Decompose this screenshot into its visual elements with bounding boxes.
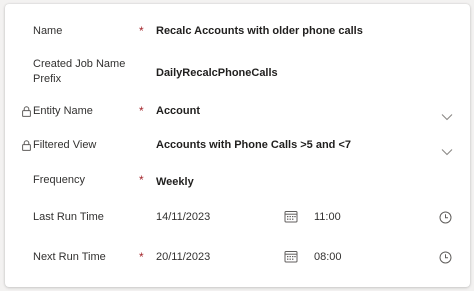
frequency-row: Frequency * Weekly — [5, 173, 470, 189]
next-run-label: Next Run Time — [33, 251, 106, 263]
prefix-field[interactable]: DailyRecalcPhoneCalls — [156, 66, 278, 81]
next-run-time-input[interactable]: 08:00 — [314, 250, 342, 265]
chevron-down-icon[interactable] — [441, 108, 453, 121]
next-run-row: Next Run Time * 20/11/2023 08:00 — [5, 250, 470, 266]
clock-icon[interactable] — [439, 251, 452, 264]
calendar-icon[interactable] — [284, 250, 298, 263]
last-run-row: Last Run Time 14/11/2023 11:00 — [5, 210, 470, 226]
required-indicator: * — [139, 104, 144, 118]
entity-label: Entity Name — [33, 105, 93, 117]
name-label: Name — [33, 25, 63, 37]
name-row: Name * Recalc Accounts with older phone … — [5, 24, 470, 40]
form-card: Name * Recalc Accounts with older phone … — [5, 4, 470, 287]
chevron-down-icon[interactable] — [441, 143, 453, 156]
lock-icon — [21, 139, 31, 151]
lock-icon — [21, 105, 31, 117]
entity-select[interactable]: Account — [156, 104, 200, 119]
view-select[interactable]: Accounts with Phone Calls >5 and <7 — [156, 138, 351, 153]
last-run-date-input[interactable]: 14/11/2023 — [156, 210, 210, 225]
view-label: Filtered View — [33, 139, 97, 151]
calendar-icon[interactable] — [284, 210, 298, 223]
prefix-label: Created Job Name Prefix — [33, 58, 126, 85]
next-run-date-input[interactable]: 20/11/2023 — [156, 250, 210, 265]
frequency-label: Frequency — [33, 174, 85, 186]
view-row: Filtered View Accounts with Phone Calls … — [5, 138, 470, 156]
last-run-label: Last Run Time — [33, 211, 104, 223]
prefix-row: Created Job Name Prefix DailyRecalcPhone… — [5, 57, 470, 91]
required-indicator: * — [139, 250, 144, 264]
required-indicator: * — [139, 24, 144, 38]
name-field[interactable]: Recalc Accounts with older phone calls — [156, 24, 363, 39]
entity-row: Entity Name * Account — [5, 104, 470, 121]
clock-icon[interactable] — [439, 211, 452, 224]
frequency-select[interactable]: Weekly — [156, 175, 194, 190]
required-indicator: * — [139, 173, 144, 187]
last-run-time-input[interactable]: 11:00 — [314, 210, 341, 225]
